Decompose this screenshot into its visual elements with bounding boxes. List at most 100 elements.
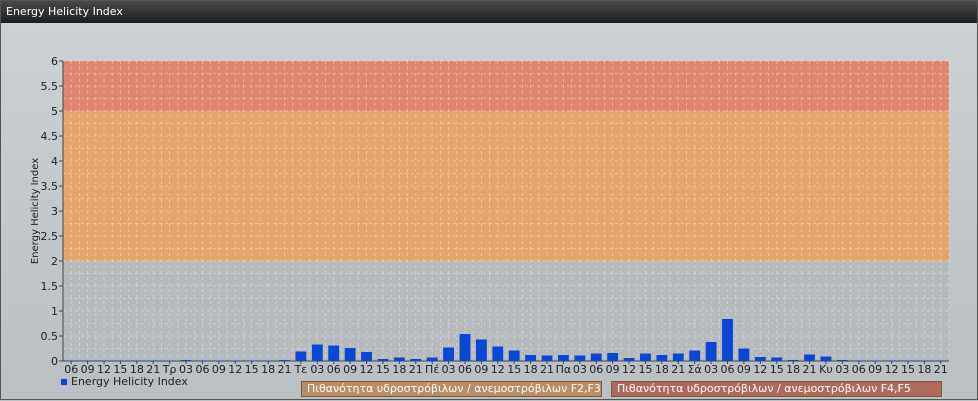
- x-tick-label: 06: [327, 363, 341, 376]
- chart-panel: Energy Helicity Index 0 0.5 1 1.5 2 2.5 3 3.5 4 4…: [0, 0, 978, 400]
- y-tick-label: 2.5: [41, 230, 59, 243]
- bar: [180, 360, 192, 361]
- x-tick-label: Κυ: [819, 363, 833, 376]
- x-tick-label: 12: [360, 363, 374, 376]
- bar: [607, 353, 619, 361]
- x-tick-label: 09: [474, 363, 488, 376]
- x-tick-label: 18: [261, 363, 275, 376]
- x-tick-label: 18: [786, 363, 800, 376]
- x-tick-label: 03: [310, 363, 324, 376]
- x-tick-label: 03: [573, 363, 587, 376]
- bar: [541, 355, 553, 361]
- y-axis-title: Energy Helicity Index: [30, 158, 41, 264]
- bar: [361, 352, 372, 361]
- y-tick-label: 4: [51, 155, 58, 168]
- x-tick-label: 06: [589, 363, 603, 376]
- bar: [656, 355, 668, 361]
- x-tick-label: 15: [376, 363, 390, 376]
- bar: [590, 353, 602, 361]
- x-tick-label: 21: [803, 363, 817, 376]
- x-tick-label: 06: [721, 363, 735, 376]
- y-tick-label: 5: [51, 105, 58, 118]
- bar: [279, 360, 290, 361]
- bar: [525, 355, 537, 361]
- bar: [722, 319, 733, 361]
- x-tick-label: Πα: [556, 363, 572, 376]
- x-tick-label: 21: [409, 363, 423, 376]
- bar: [640, 353, 651, 361]
- x-tick-label: 09: [606, 363, 620, 376]
- x-tick-label: 21: [934, 363, 948, 376]
- bar: [558, 355, 569, 361]
- legend-series-swatch: [61, 378, 67, 385]
- bar: [705, 342, 717, 361]
- y-tick-label: 0.5: [41, 330, 59, 343]
- x-tick-label: 09: [868, 363, 882, 376]
- bar: [754, 357, 766, 361]
- x-tick-label: 18: [917, 363, 931, 376]
- x-tick-label: 09: [737, 363, 751, 376]
- helicity-chart: 0 0.5 1 1.5 2 2.5 3 3.5 4 4.5 5 5.5 6 Energy Helicity…: [30, 55, 950, 376]
- x-tick-label: 06: [195, 363, 209, 376]
- x-tick-label: 03: [835, 363, 849, 376]
- bar: [623, 358, 635, 361]
- x-tick-label: 03: [442, 363, 456, 376]
- x-tick-label: 21: [671, 363, 685, 376]
- y-tick-label: 1: [51, 305, 58, 318]
- bar: [475, 339, 487, 361]
- y-tick-label: 6: [51, 55, 58, 68]
- x-tick-label: 18: [392, 363, 406, 376]
- x-tick-label: 12: [885, 363, 899, 376]
- x-tick-label: 15: [770, 363, 784, 376]
- x-tick-label: 15: [245, 363, 259, 376]
- bar: [804, 354, 815, 361]
- x-tick-label: 09: [343, 363, 357, 376]
- bar: [377, 359, 389, 361]
- legend-series[interactable]: Energy Helicity Index: [61, 375, 188, 388]
- x-tick-label: 12: [491, 363, 505, 376]
- x-tick-label: 15: [507, 363, 521, 376]
- bar: [459, 334, 471, 361]
- x-tick-label: 09: [212, 363, 226, 376]
- legend-series-label: Energy Helicity Index: [71, 375, 188, 388]
- legend-band-f4f5-label: Πιθανότητα υδροστρόβιλων / ανεμοστρόβιλω…: [617, 382, 911, 395]
- bar: [820, 356, 832, 361]
- bar: [672, 353, 684, 361]
- bar: [836, 360, 848, 361]
- x-tick-label: 12: [622, 363, 636, 376]
- bar: [344, 348, 356, 361]
- bar: [787, 360, 799, 361]
- legend-band-f4f5: Πιθανότητα υδροστρόβιλων / ανεμοστρόβιλω…: [611, 381, 942, 397]
- y-tick-label: 1.5: [41, 280, 59, 293]
- x-tick-label: 12: [228, 363, 242, 376]
- x-tick-label: 18: [655, 363, 669, 376]
- bar: [328, 345, 340, 361]
- bar: [393, 357, 405, 361]
- y-tick-label: 4.5: [41, 130, 59, 143]
- x-tick-label: 12: [753, 363, 767, 376]
- x-tick-label: Σά: [688, 363, 702, 376]
- bar: [738, 348, 750, 361]
- legend-band-f2f3-label: Πιθανότητα υδροστρόβιλων / ανεμοστρόβιλω…: [307, 382, 601, 395]
- legend-band-f2f3: Πιθανότητα υδροστρόβιλων / ανεμοστρόβιλω…: [301, 381, 602, 397]
- y-tick-label: 3: [51, 205, 58, 218]
- bar: [574, 355, 586, 361]
- y-tick-label: 2: [51, 255, 58, 268]
- x-tick-label: Τε: [294, 363, 308, 376]
- bar: [295, 351, 307, 361]
- x-tick-label: 06: [458, 363, 472, 376]
- y-tick-label: 0: [51, 355, 58, 368]
- bar: [443, 347, 454, 361]
- bar: [410, 359, 422, 361]
- x-tick-label: 03: [704, 363, 718, 376]
- y-tick-label: 5.5: [41, 80, 59, 93]
- bar: [689, 350, 701, 361]
- x-tick-label: 15: [901, 363, 915, 376]
- bar: [492, 346, 504, 361]
- y-tick-label: 3.5: [41, 180, 59, 193]
- x-tick-label: Πέ: [425, 363, 439, 376]
- x-tick-label: 21: [278, 363, 292, 376]
- x-tick-label: 15: [638, 363, 652, 376]
- bar: [508, 350, 520, 361]
- x-tick-label: 18: [524, 363, 538, 376]
